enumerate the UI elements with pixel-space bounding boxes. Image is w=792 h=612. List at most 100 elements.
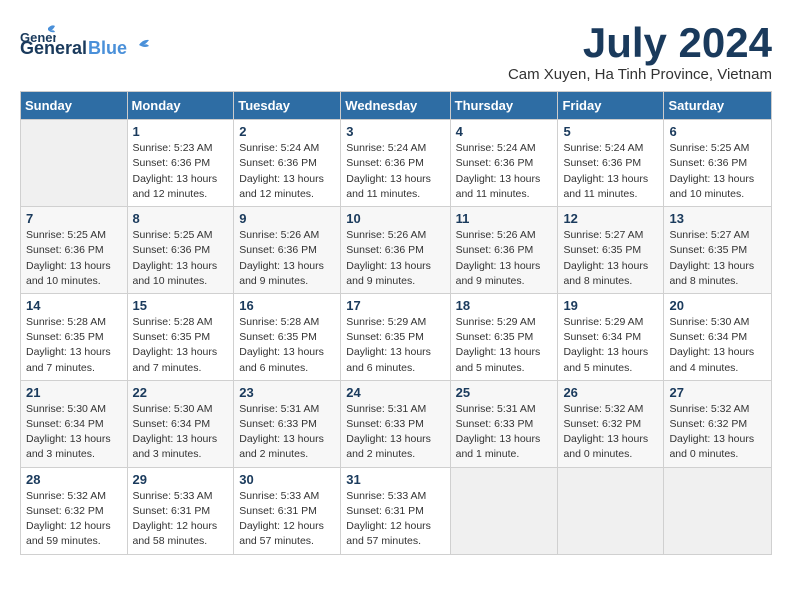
day-info: Sunrise: 5:25 AMSunset: 6:36 PMDaylight:… — [669, 141, 766, 202]
calendar-cell — [664, 467, 772, 554]
calendar-cell: 27 Sunrise: 5:32 AMSunset: 6:32 PMDayligh… — [664, 380, 772, 467]
day-number: 14 — [26, 298, 122, 313]
day-number: 21 — [26, 385, 122, 400]
day-info: Sunrise: 5:32 AMSunset: 6:32 PMDaylight:… — [669, 402, 766, 463]
day-number: 23 — [239, 385, 335, 400]
day-number: 28 — [26, 472, 122, 487]
day-number: 5 — [563, 124, 658, 139]
column-header-monday: Monday — [127, 92, 234, 120]
day-number: 24 — [346, 385, 444, 400]
calendar-week-row: 1 Sunrise: 5:23 AMSunset: 6:36 PMDaylight… — [21, 120, 772, 207]
day-info: Sunrise: 5:30 AMSunset: 6:34 PMDaylight:… — [669, 315, 766, 376]
calendar-cell: 9 Sunrise: 5:26 AMSunset: 6:36 PMDaylight… — [234, 207, 341, 294]
calendar-cell: 14 Sunrise: 5:28 AMSunset: 6:35 PMDayligh… — [21, 293, 128, 380]
day-info: Sunrise: 5:24 AMSunset: 6:36 PMDaylight:… — [563, 141, 658, 202]
logo: General General Blue — [20, 20, 151, 59]
day-info: Sunrise: 5:25 AMSunset: 6:36 PMDaylight:… — [26, 228, 122, 289]
location-subtitle: Cam Xuyen, Ha Tinh Province, Vietnam — [508, 66, 772, 83]
column-header-wednesday: Wednesday — [341, 92, 450, 120]
day-info: Sunrise: 5:32 AMSunset: 6:32 PMDaylight:… — [26, 489, 122, 550]
column-header-tuesday: Tuesday — [234, 92, 341, 120]
day-number: 26 — [563, 385, 658, 400]
calendar-week-row: 7 Sunrise: 5:25 AMSunset: 6:36 PMDaylight… — [21, 207, 772, 294]
day-info: Sunrise: 5:28 AMSunset: 6:35 PMDaylight:… — [239, 315, 335, 376]
month-title: July 2024 — [508, 20, 772, 66]
day-number: 29 — [133, 472, 229, 487]
calendar-cell: 19 Sunrise: 5:29 AMSunset: 6:34 PMDayligh… — [558, 293, 664, 380]
logo-general-text: General — [20, 38, 87, 59]
day-info: Sunrise: 5:24 AMSunset: 6:36 PMDaylight:… — [239, 141, 335, 202]
day-info: Sunrise: 5:30 AMSunset: 6:34 PMDaylight:… — [133, 402, 229, 463]
calendar-cell: 30Sunrise: 5:33 AMSunset: 6:31 PMDayligh… — [234, 467, 341, 554]
calendar-header-row: SundayMondayTuesdayWednesdayThursdayFrid… — [21, 92, 772, 120]
calendar-cell — [21, 120, 128, 207]
day-info: Sunrise: 5:31 AMSunset: 6:33 PMDaylight:… — [456, 402, 553, 463]
calendar-cell: 12Sunrise: 5:27 AMSunset: 6:35 PMDayligh… — [558, 207, 664, 294]
day-info: Sunrise: 5:33 AMSunset: 6:31 PMDaylight:… — [346, 489, 444, 550]
day-info: Sunrise: 5:24 AMSunset: 6:36 PMDaylight:… — [456, 141, 553, 202]
calendar-cell: 24 Sunrise: 5:31 AMSunset: 6:33 PMDayligh… — [341, 380, 450, 467]
day-info: Sunrise: 5:27 AMSunset: 6:35 PMDaylight:… — [669, 228, 766, 289]
calendar-cell — [450, 467, 558, 554]
column-header-friday: Friday — [558, 92, 664, 120]
column-header-sunday: Sunday — [21, 92, 128, 120]
day-info: Sunrise: 5:31 AMSunset: 6:33 PMDaylight:… — [239, 402, 335, 463]
day-number: 1 — [133, 124, 229, 139]
day-info: Sunrise: 5:31 AMSunset: 6:33 PMDaylight:… — [346, 402, 444, 463]
day-number: 19 — [563, 298, 658, 313]
calendar-cell: 31 Sunrise: 5:33 AMSunset: 6:31 PMDayligh… — [341, 467, 450, 554]
day-number: 20 — [669, 298, 766, 313]
day-info: Sunrise: 5:28 AMSunset: 6:35 PMDaylight:… — [26, 315, 122, 376]
day-info: Sunrise: 5:27 AMSunset: 6:35 PMDaylight:… — [563, 228, 658, 289]
day-info: Sunrise: 5:26 AMSunset: 6:36 PMDaylight:… — [239, 228, 335, 289]
day-number: 22 — [133, 385, 229, 400]
calendar-cell: 16 Sunrise: 5:28 AMSunset: 6:35 PMDayligh… — [234, 293, 341, 380]
day-info: Sunrise: 5:32 AMSunset: 6:32 PMDaylight:… — [563, 402, 658, 463]
logo-blue-text: Blue — [88, 38, 127, 59]
day-info: Sunrise: 5:29 AMSunset: 6:35 PMDaylight:… — [456, 315, 553, 376]
calendar-cell: 25 Sunrise: 5:31 AMSunset: 6:33 PMDayligh… — [450, 380, 558, 467]
calendar-cell: 15 Sunrise: 5:28 AMSunset: 6:35 PMDayligh… — [127, 293, 234, 380]
calendar-cell: 7 Sunrise: 5:25 AMSunset: 6:36 PMDaylight… — [21, 207, 128, 294]
day-number: 8 — [133, 211, 229, 226]
column-header-saturday: Saturday — [664, 92, 772, 120]
day-info: Sunrise: 5:29 AMSunset: 6:35 PMDaylight:… — [346, 315, 444, 376]
calendar-cell: 10 Sunrise: 5:26 AMSunset: 6:36 PMDayligh… — [341, 207, 450, 294]
day-number: 3 — [346, 124, 444, 139]
calendar-cell: 20 Sunrise: 5:30 AMSunset: 6:34 PMDayligh… — [664, 293, 772, 380]
calendar-table: SundayMondayTuesdayWednesdayThursdayFrid… — [20, 91, 772, 554]
day-number: 7 — [26, 211, 122, 226]
title-block: July 2024 Cam Xuyen, Ha Tinh Province, V… — [508, 20, 772, 83]
day-number: 27 — [669, 385, 766, 400]
day-number: 11 — [456, 211, 553, 226]
calendar-cell: 2Sunrise: 5:24 AMSunset: 6:36 PMDaylight… — [234, 120, 341, 207]
day-number: 25 — [456, 385, 553, 400]
day-info: Sunrise: 5:29 AMSunset: 6:34 PMDaylight:… — [563, 315, 658, 376]
calendar-cell: 17Sunrise: 5:29 AMSunset: 6:35 PMDayligh… — [341, 293, 450, 380]
logo-bird-icon — [129, 37, 151, 53]
calendar-cell: 8 Sunrise: 5:25 AMSunset: 6:36 PMDaylight… — [127, 207, 234, 294]
day-number: 10 — [346, 211, 444, 226]
day-number: 13 — [669, 211, 766, 226]
calendar-week-row: 14 Sunrise: 5:28 AMSunset: 6:35 PMDayligh… — [21, 293, 772, 380]
calendar-cell: 5 Sunrise: 5:24 AMSunset: 6:36 PMDaylight… — [558, 120, 664, 207]
day-info: Sunrise: 5:26 AMSunset: 6:36 PMDaylight:… — [346, 228, 444, 289]
calendar-cell: 13 Sunrise: 5:27 AMSunset: 6:35 PMDayligh… — [664, 207, 772, 294]
day-number: 4 — [456, 124, 553, 139]
calendar-cell: 26 Sunrise: 5:32 AMSunset: 6:32 PMDayligh… — [558, 380, 664, 467]
day-number: 30 — [239, 472, 335, 487]
day-info: Sunrise: 5:23 AMSunset: 6:36 PMDaylight:… — [133, 141, 229, 202]
day-number: 31 — [346, 472, 444, 487]
calendar-cell: 28 Sunrise: 5:32 AMSunset: 6:32 PMDayligh… — [21, 467, 128, 554]
day-number: 16 — [239, 298, 335, 313]
day-number: 9 — [239, 211, 335, 226]
calendar-cell: 22 Sunrise: 5:30 AMSunset: 6:34 PMDayligh… — [127, 380, 234, 467]
day-info: Sunrise: 5:26 AMSunset: 6:36 PMDaylight:… — [456, 228, 553, 289]
page-header: General General Blue July 2024 Cam Xuyen… — [20, 20, 772, 83]
calendar-cell — [558, 467, 664, 554]
day-number: 15 — [133, 298, 229, 313]
day-info: Sunrise: 5:25 AMSunset: 6:36 PMDaylight:… — [133, 228, 229, 289]
calendar-cell: 1 Sunrise: 5:23 AMSunset: 6:36 PMDaylight… — [127, 120, 234, 207]
day-info: Sunrise: 5:24 AMSunset: 6:36 PMDaylight:… — [346, 141, 444, 202]
day-info: Sunrise: 5:28 AMSunset: 6:35 PMDaylight:… — [133, 315, 229, 376]
